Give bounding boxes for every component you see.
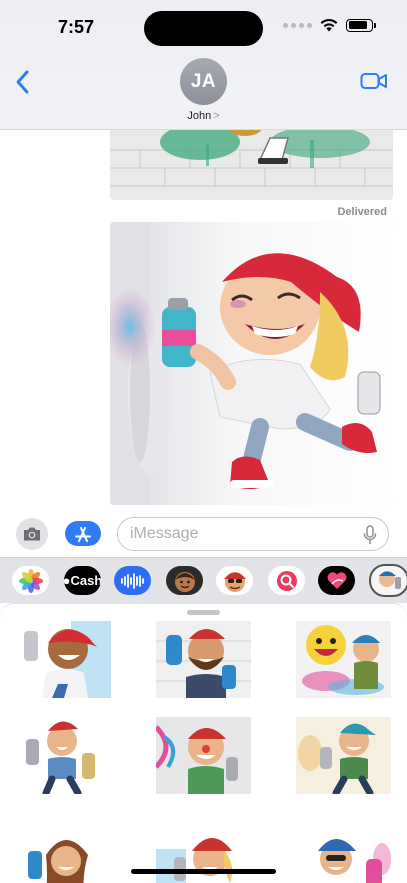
message-input[interactable] [130, 518, 350, 550]
memoji-stickers-button[interactable] [216, 566, 253, 595]
contact-avatar[interactable]: JA [180, 58, 227, 105]
sticker-item[interactable] [156, 829, 251, 883]
sticker-app-button[interactable] [369, 564, 407, 597]
sticker-item[interactable] [16, 717, 111, 794]
sticker-graffiti-boy [16, 621, 111, 698]
images-search-button[interactable] [268, 566, 305, 595]
chevron-right-icon: > [213, 110, 220, 122]
sticker-drawer [0, 603, 407, 883]
sticker-item[interactable] [156, 717, 251, 794]
dynamic-island [144, 11, 263, 46]
photos-icon [18, 568, 43, 593]
messages-screen: 7:57 JA John > Delivered iMessage ● Cash [0, 0, 407, 883]
battery-level [348, 21, 368, 29]
home-indicator[interactable] [131, 869, 276, 874]
camera-button[interactable] [16, 518, 48, 550]
chevron-left-icon[interactable] [12, 68, 34, 96]
sticker-item[interactable] [16, 829, 111, 883]
memoji-button[interactable] [166, 566, 203, 595]
memoji-stickers-icon [223, 571, 246, 592]
message-input-bar [0, 510, 407, 556]
sticker-bearded-sprayer [156, 621, 251, 698]
contact-name: John [187, 110, 212, 122]
audio-message-button[interactable] [114, 566, 151, 595]
sticker-item[interactable] [156, 621, 251, 698]
apple-cash-button[interactable]: ● Cash [64, 566, 101, 595]
sticker-item[interactable] [296, 829, 391, 883]
photos-app-button[interactable] [12, 566, 49, 595]
sticker-boy-spray-cans [16, 717, 111, 794]
audio-waveform-icon [120, 572, 144, 589]
sticker-blue-cap-man [296, 829, 391, 883]
graffiti-wall-image [110, 130, 393, 200]
sticker-item[interactable] [296, 621, 391, 698]
wifi-icon [320, 18, 338, 32]
app-store-icon [75, 526, 91, 542]
camera-icon [24, 527, 40, 541]
imessage-field[interactable] [117, 517, 389, 551]
sticker-item[interactable] [16, 621, 111, 698]
sticker-clown-sprayer [156, 717, 251, 794]
sticker-girl-spray [16, 829, 111, 883]
sticker-item[interactable] [296, 717, 391, 794]
app-store-button[interactable] [65, 521, 101, 546]
conversation-view[interactable]: Delivered [0, 130, 407, 508]
image-message[interactable] [110, 222, 393, 505]
battery-icon [346, 18, 376, 32]
image-message[interactable] [110, 130, 393, 200]
microphone-icon[interactable] [363, 525, 377, 545]
image-search-icon [276, 570, 297, 591]
drawer-grabber[interactable] [187, 610, 220, 615]
app-drawer-strip: ● Cash [0, 557, 407, 603]
conversation-header: 7:57 JA John > [0, 0, 407, 130]
digital-touch-button[interactable] [318, 566, 355, 595]
cellular-signal-icon [283, 22, 312, 28]
status-icons [283, 18, 376, 32]
status-time: 7:57 [58, 17, 95, 37]
sticker-yellow-face-kid [296, 621, 391, 698]
apple-cash-label: Cash [70, 573, 101, 588]
spray-girl-image [110, 222, 393, 505]
sticker-girl-red-cap [156, 829, 251, 883]
sticker-teal-cap-sprayer [296, 717, 391, 794]
sticker-app-icon [379, 570, 401, 589]
digital-touch-icon [327, 571, 346, 589]
video-camera-icon[interactable] [360, 71, 388, 91]
contact-name-row[interactable]: John > [0, 110, 407, 122]
memoji-icon [174, 571, 195, 592]
delivered-status: Delivered [337, 206, 387, 218]
